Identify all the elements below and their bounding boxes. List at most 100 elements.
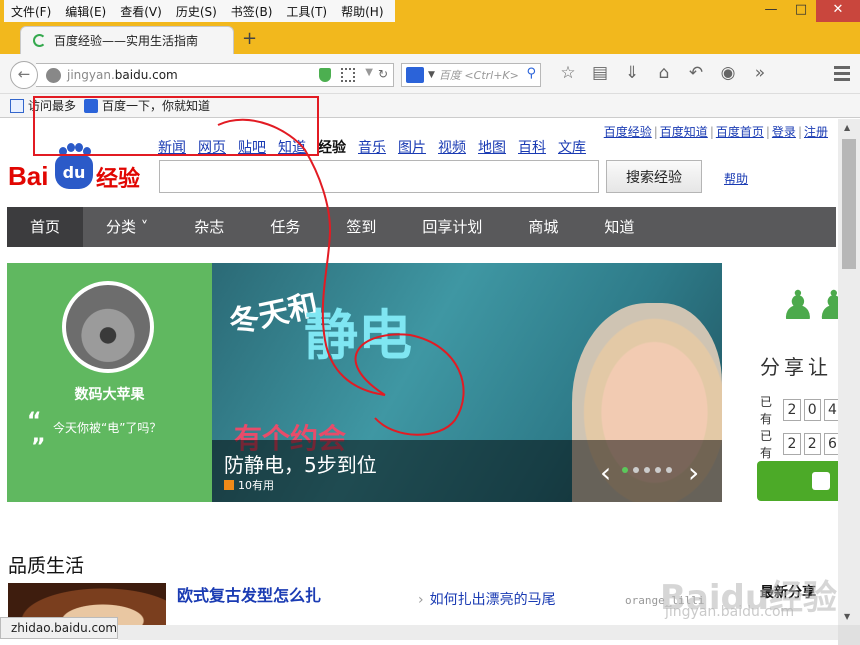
- bookmark-label: 百度一下，你就知道: [102, 99, 211, 113]
- back-icon[interactable]: ←: [10, 61, 38, 89]
- logo-du: du: [55, 155, 93, 189]
- home-icon[interactable]: ⌂: [648, 63, 680, 83]
- banner-title[interactable]: 防静电，5步到位: [224, 449, 377, 478]
- channel-tieba[interactable]: 贴吧: [238, 137, 266, 157]
- scroll-corner: [838, 625, 860, 645]
- search-bar[interactable]: ▼ 百度 <Ctrl+K> ⚲: [401, 63, 541, 87]
- nav-zhidao[interactable]: 知道: [581, 207, 657, 247]
- nav-home[interactable]: 首页: [7, 207, 84, 247]
- nav-magazine[interactable]: 杂志: [171, 207, 247, 247]
- channel-web[interactable]: 网页: [198, 137, 226, 157]
- download-icon[interactable]: ⇓: [616, 63, 648, 83]
- slide-dot[interactable]: [655, 467, 661, 473]
- baidu-jingyan-logo[interactable]: Bai du 经验: [8, 139, 148, 192]
- channel-jingyan[interactable]: 经验: [318, 137, 346, 157]
- prev-arrow-icon[interactable]: ‹: [600, 456, 611, 489]
- quote-close-icon: ”: [31, 435, 46, 460]
- tab-title: 百度经验——实用生活指南: [54, 34, 199, 48]
- vertical-scrollbar[interactable]: ▲ ▼: [838, 119, 860, 625]
- link-zhidao[interactable]: 百度知道: [660, 125, 708, 139]
- globe-icon[interactable]: [46, 67, 61, 83]
- nav-mall[interactable]: 商城: [505, 207, 581, 247]
- channel-baike[interactable]: 百科: [518, 137, 546, 157]
- jingyan-search-input[interactable]: [159, 160, 599, 193]
- bookmark-label: 访问最多: [28, 99, 77, 113]
- minimize-icon[interactable]: —: [756, 0, 786, 22]
- scroll-up-icon[interactable]: ▲: [844, 123, 850, 132]
- bookmark-baidu[interactable]: 百度一下，你就知道: [84, 97, 210, 114]
- next-arrow-icon[interactable]: ›: [688, 456, 699, 489]
- chat-icon[interactable]: ◉: [712, 63, 744, 83]
- search-icon[interactable]: ⚲: [526, 66, 536, 81]
- link-baidu-home[interactable]: 百度首页: [716, 125, 764, 139]
- channel-zhidao[interactable]: 知道: [278, 137, 306, 157]
- likes-count: 10有用: [224, 477, 274, 493]
- scrollbar-thumb[interactable]: [842, 139, 856, 269]
- top-links: 百度经验 | 百度知道 | 百度首页 | 登录 | 注册: [603, 125, 828, 139]
- qr-icon[interactable]: [341, 68, 355, 82]
- star-icon[interactable]: ☆: [552, 63, 584, 83]
- link-login[interactable]: 登录: [772, 125, 796, 139]
- menu-file[interactable]: 文件(F): [4, 0, 58, 22]
- counter-row-1: 已有 204: [760, 393, 838, 427]
- channel-links: 新闻 网页 贴吧 知道 经验 音乐 图片 视频 地图 百科 文库: [158, 137, 598, 157]
- watermark-url: jingyan.baidu.com: [665, 604, 795, 620]
- overflow-icon[interactable]: »: [744, 63, 776, 83]
- baidu-paw-icon[interactable]: [406, 67, 424, 83]
- scroll-down-icon[interactable]: ▼: [844, 612, 850, 621]
- help-link[interactable]: 帮助: [724, 170, 748, 187]
- horizontal-scrollbar[interactable]: [118, 625, 838, 640]
- author-name[interactable]: 数码大苹果: [7, 384, 212, 404]
- channel-wenku[interactable]: 文库: [558, 137, 586, 157]
- undo-icon[interactable]: ↶: [680, 63, 712, 83]
- menu-icon[interactable]: [834, 66, 850, 84]
- navigation-bar: jingyan.baidu.com ▼ ↻ ← ▼ 百度 <Ctrl+K> ⚲ …: [0, 54, 860, 94]
- menu-bookmarks[interactable]: 书签(B): [224, 0, 280, 22]
- url-bar[interactable]: jingyan.baidu.com ▼ ↻: [36, 63, 394, 87]
- slide-dot[interactable]: [633, 467, 639, 473]
- article-link-side[interactable]: › 如何扎出漂亮的马尾: [418, 589, 556, 609]
- reader-icon[interactable]: ▤: [584, 63, 616, 83]
- article-link-main[interactable]: 欧式复古发型怎么扎: [177, 582, 321, 606]
- dropdown-icon[interactable]: ▼: [365, 67, 373, 78]
- search-placeholder: 百度 <Ctrl+K>: [438, 69, 519, 82]
- write-experience-button[interactable]: [757, 461, 838, 501]
- slide-dot[interactable]: [644, 467, 650, 473]
- nav-checkin[interactable]: 签到: [323, 207, 399, 247]
- channel-map[interactable]: 地图: [478, 137, 506, 157]
- channel-images[interactable]: 图片: [398, 137, 426, 157]
- menu-view[interactable]: 查看(V): [113, 0, 169, 22]
- close-icon[interactable]: ✕: [816, 0, 860, 22]
- logo-bai: Bai: [8, 161, 49, 191]
- shield-icon[interactable]: [319, 68, 331, 82]
- banner-text-static: 静电: [304, 304, 412, 367]
- menu-tools[interactable]: 工具(T): [279, 0, 334, 22]
- link-jingyan[interactable]: 百度经验: [604, 125, 652, 139]
- avatar[interactable]: [62, 281, 154, 373]
- nav-tasks[interactable]: 任务: [247, 207, 323, 247]
- bookmark-most-visited[interactable]: 访问最多: [10, 97, 76, 114]
- edit-icon: [812, 472, 830, 490]
- maximize-icon[interactable]: □: [786, 0, 816, 22]
- nav-category[interactable]: 分类 ˅: [83, 207, 171, 247]
- refresh-icon[interactable]: ↻: [378, 67, 388, 81]
- menu-help[interactable]: 帮助(H): [334, 0, 390, 22]
- tab-bar: 百度经验——实用生活指南 +: [0, 22, 860, 54]
- channel-video[interactable]: 视频: [438, 137, 466, 157]
- people-icon: ♟♟: [780, 283, 838, 329]
- slide-dot[interactable]: [666, 467, 672, 473]
- window-controls: — □ ✕: [756, 0, 860, 22]
- tab-baidu-jingyan[interactable]: 百度经验——实用生活指南: [20, 26, 234, 54]
- link-register[interactable]: 注册: [804, 125, 828, 139]
- search-jingyan-button[interactable]: 搜索经验: [606, 160, 702, 193]
- new-tab-button[interactable]: +: [242, 28, 257, 49]
- channel-news[interactable]: 新闻: [158, 137, 186, 157]
- engine-dropdown-icon[interactable]: ▼: [428, 70, 435, 80]
- channel-music[interactable]: 音乐: [358, 137, 386, 157]
- nav-share-plan[interactable]: 回享计划: [399, 207, 505, 247]
- banner-image[interactable]: 冬天和 静电 有个约会 防静电，5步到位 10有用 ‹ ›: [212, 263, 722, 502]
- chevron-right-icon: ›: [418, 592, 424, 608]
- menu-edit[interactable]: 编辑(E): [58, 0, 113, 22]
- slide-dot[interactable]: [622, 467, 628, 473]
- menu-history[interactable]: 历史(S): [169, 0, 224, 22]
